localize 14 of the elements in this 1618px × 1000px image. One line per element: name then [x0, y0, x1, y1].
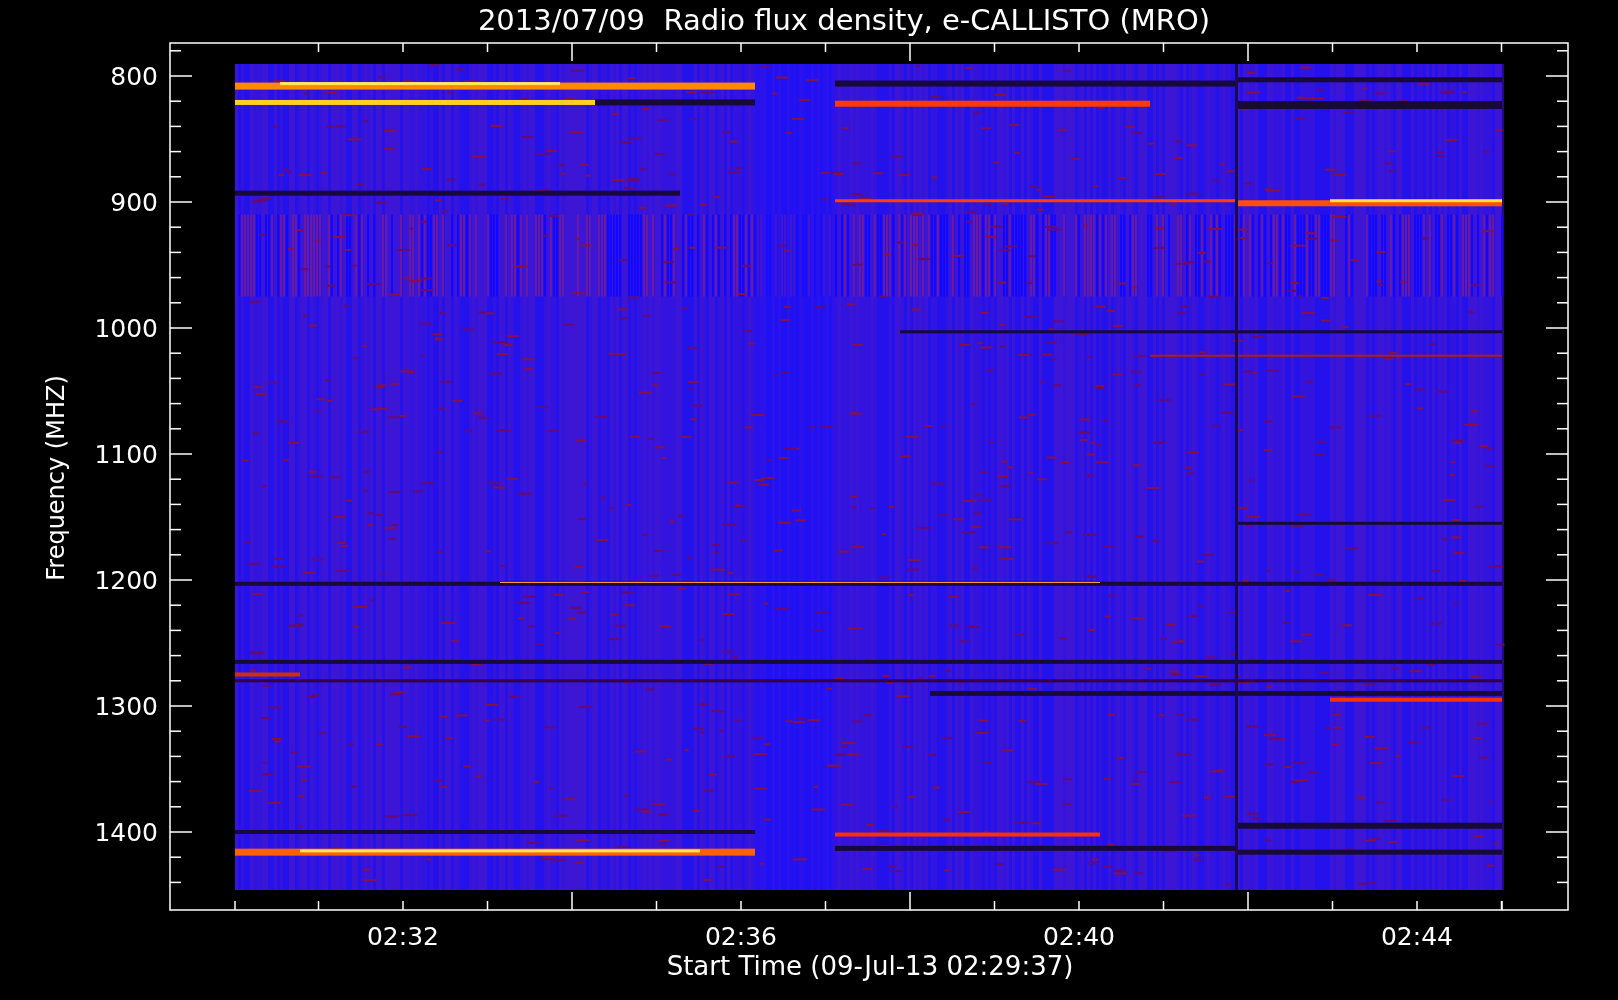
y-axis-label: Frequency (MHZ)	[42, 375, 70, 581]
y-tick-label: 1000	[94, 314, 158, 343]
x-axis-label: Start Time (09-Jul-13 02:29:37)	[666, 951, 1074, 981]
chart-title: 2013/07/09 Radio flux density, e-CALLISTO (MRO)	[477, 3, 1211, 37]
x-tick-label: 02:40	[1043, 922, 1115, 951]
x-tick-label: 02:44	[1381, 922, 1453, 951]
y-tick-label: 1100	[94, 440, 158, 469]
y-tick-label: 900	[110, 188, 158, 217]
y-tick-label: 1400	[94, 818, 158, 847]
x-tick-label: 02:32	[367, 922, 439, 951]
y-tick-label: 1300	[94, 692, 158, 721]
x-tick-label: 02:36	[705, 922, 777, 951]
y-tick-label: 800	[110, 62, 158, 91]
y-tick-label: 1200	[94, 566, 158, 595]
